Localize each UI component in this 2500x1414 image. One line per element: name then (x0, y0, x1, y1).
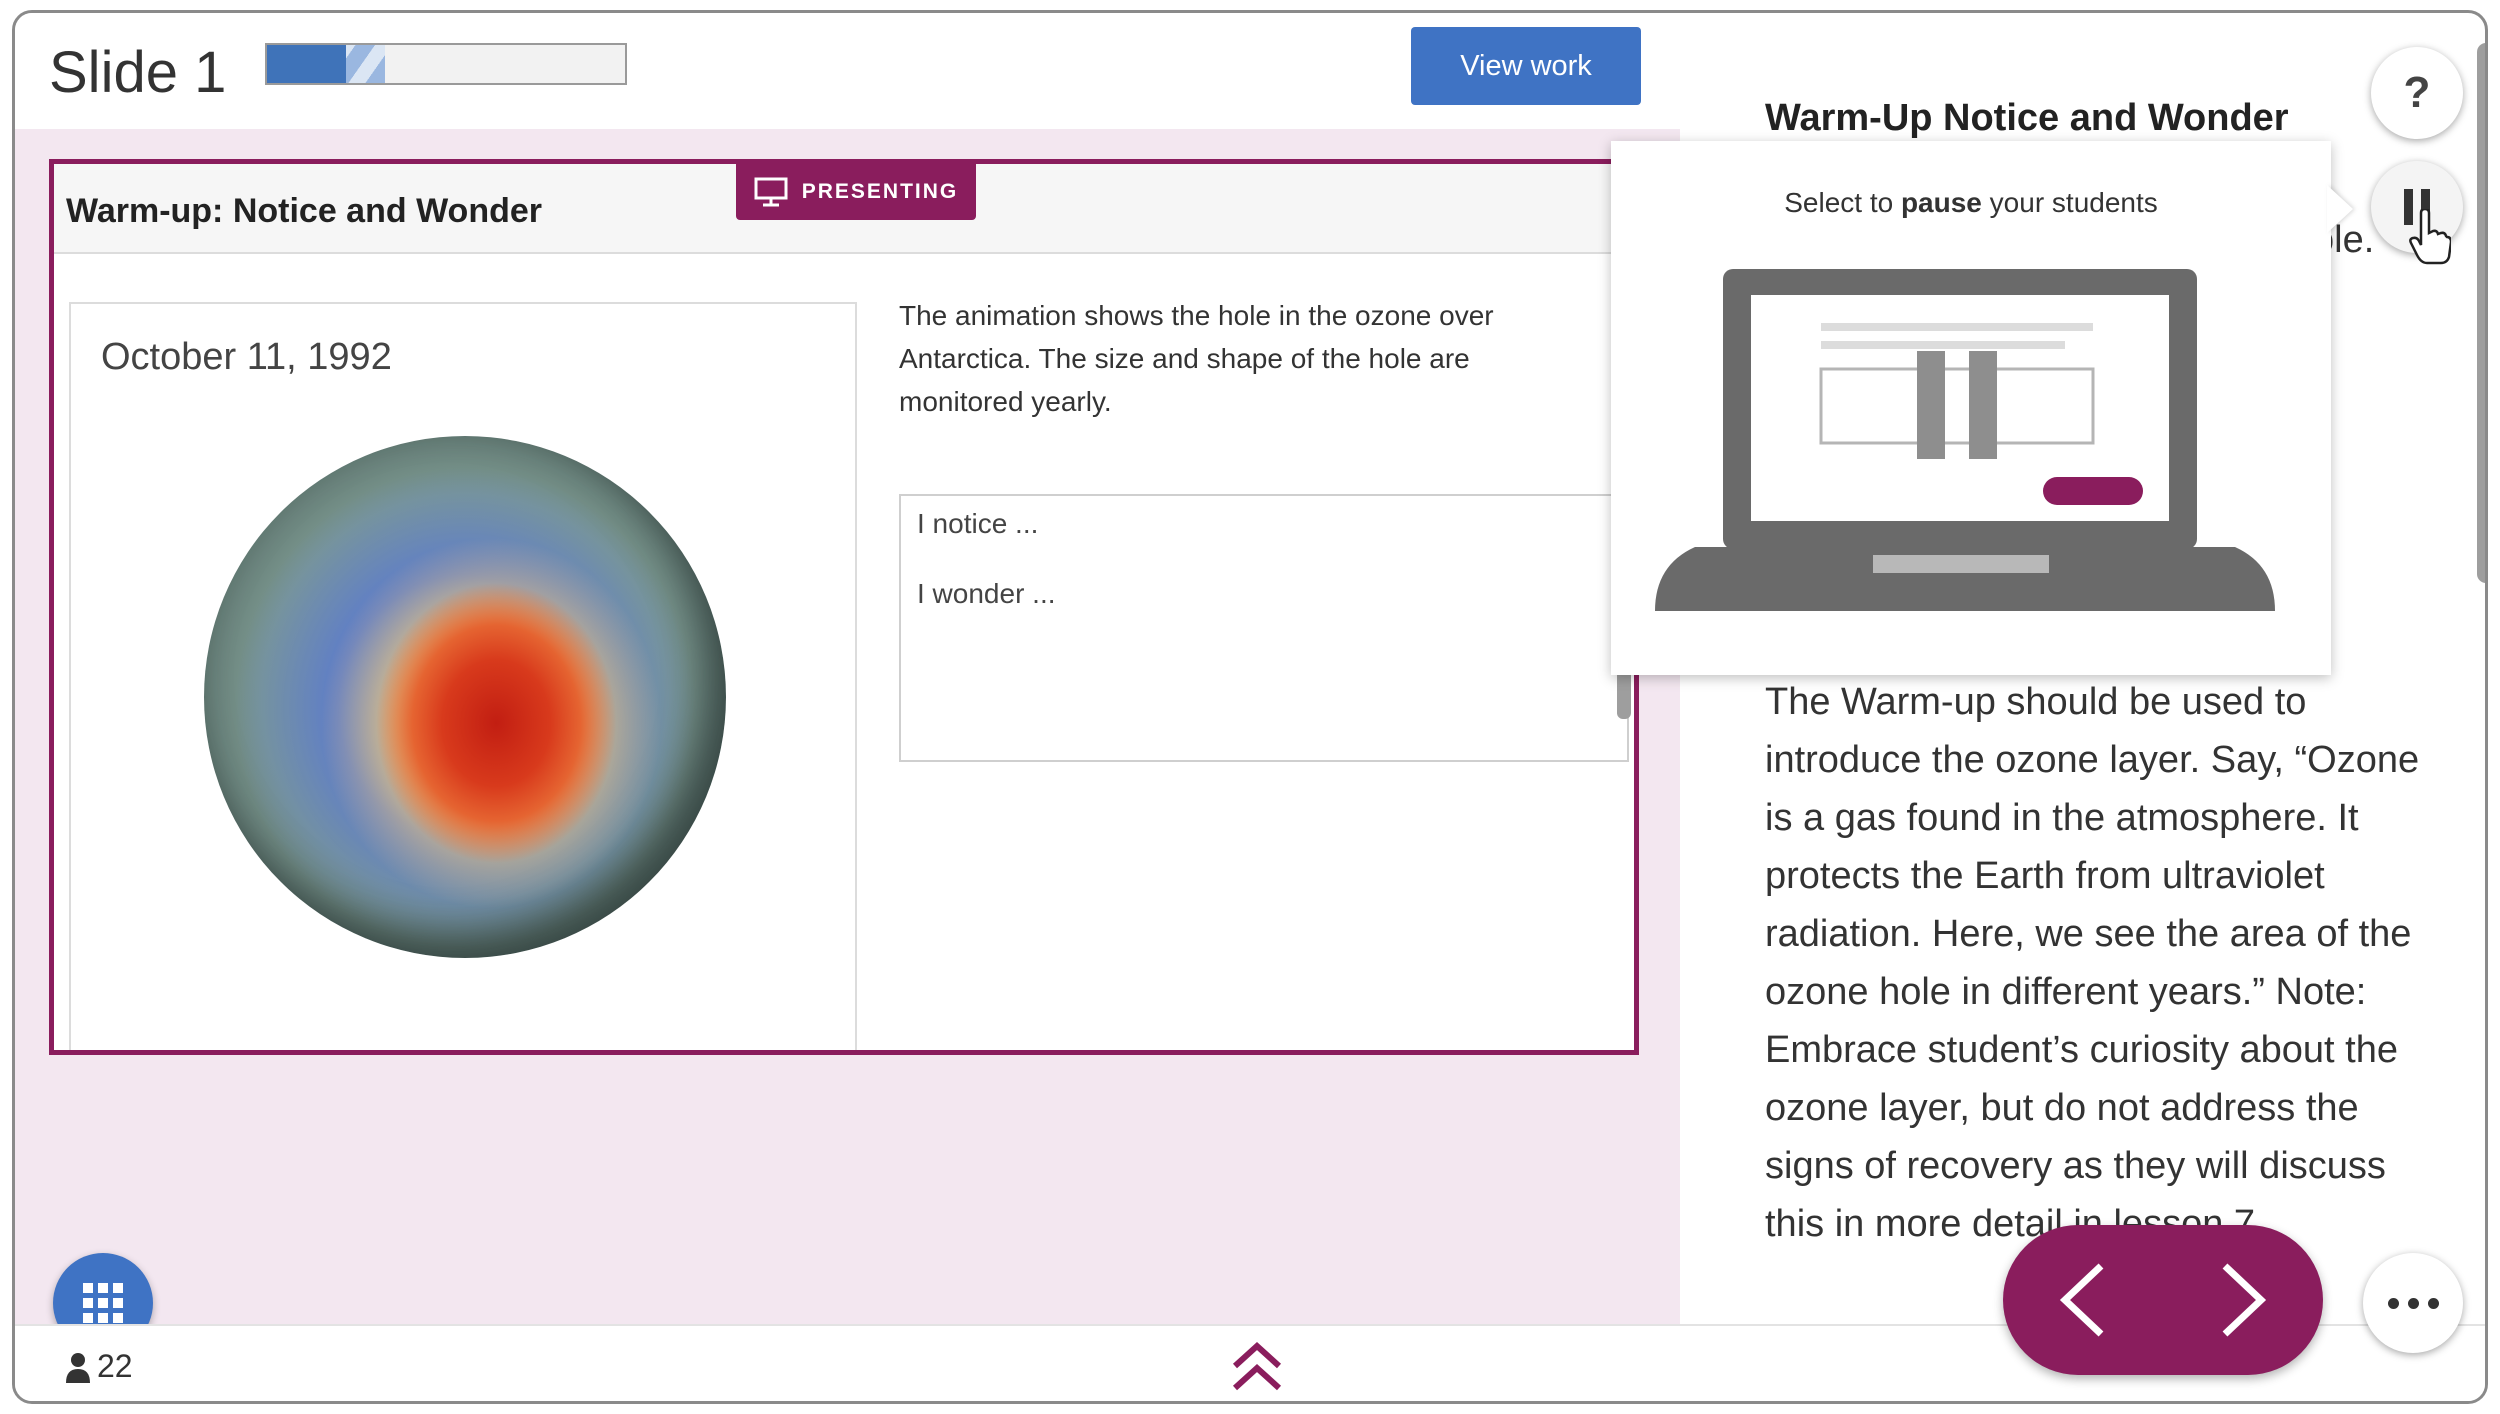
ozone-globe-image (204, 436, 726, 958)
grid-icon (83, 1283, 123, 1323)
teacher-notes-title: Warm-Up Notice and Wonder (1765, 97, 2289, 139)
animation-scrubber[interactable] (71, 1050, 855, 1055)
lesson-progress-bar (265, 43, 627, 85)
slide-heading: Warm-up: Notice and Wonder (66, 192, 542, 230)
person-icon (66, 1352, 90, 1383)
app-frame: Slide 1 View work Warm-up: Notice and Wo… (12, 10, 2488, 1404)
popover-message: Select to pause your students (1784, 187, 2158, 218)
chevron-left-icon (2059, 1263, 2104, 1337)
ellipsis-icon (2387, 1297, 2439, 1309)
notes-scrollbar[interactable] (2477, 43, 2485, 583)
top-bar: Slide 1 View work (15, 13, 1680, 129)
view-work-button[interactable]: View work (1411, 27, 1641, 105)
animation-date: October 11, 1992 (101, 336, 392, 378)
double-chevron-up-icon[interactable] (1227, 1336, 1287, 1396)
more-options-button[interactable] (2363, 1253, 2463, 1353)
previous-slide-button[interactable] (2033, 1250, 2133, 1350)
laptop-illustration (1655, 269, 2275, 611)
student-count-value: 22 (97, 1348, 133, 1384)
presenting-badge: PRESENTING (736, 164, 976, 220)
popover-pointer (2327, 185, 2353, 233)
help-button[interactable]: ? (2371, 47, 2463, 139)
slide-stage: Warm-up: Notice and Wonder PRESENTING Oc… (15, 129, 1680, 1353)
pointer-cursor-icon (2409, 209, 2451, 265)
slide-preview[interactable]: Warm-up: Notice and Wonder PRESENTING Oc… (49, 159, 1639, 1055)
answer-line-wonder: I wonder ... (917, 578, 1056, 609)
slide-header: Warm-up: Notice and Wonder PRESENTING (54, 164, 1634, 254)
student-count[interactable]: 22 (65, 1348, 133, 1385)
presenting-label: PRESENTING (801, 180, 959, 203)
chevron-right-icon (2222, 1263, 2267, 1337)
response-textarea[interactable]: I notice ... I wonder ... (899, 494, 1629, 762)
teacher-notes-text: The Warm-up should be used to introduce … (1765, 681, 2420, 1245)
presenter-screen-icon (754, 177, 788, 207)
slide-navigation (2003, 1225, 2323, 1375)
progress-in-progress (345, 45, 386, 83)
slide-prompt: The animation shows the hole in the ozon… (899, 300, 1494, 417)
pause-students-popover: Select to pause your students (1611, 141, 2331, 675)
slide-title: Slide 1 (49, 40, 227, 105)
answer-line-notice: I notice ... (917, 508, 1039, 539)
next-slide-button[interactable] (2193, 1250, 2293, 1350)
ozone-animation[interactable]: October 11, 1992 (69, 302, 857, 1055)
progress-complete (267, 45, 346, 83)
